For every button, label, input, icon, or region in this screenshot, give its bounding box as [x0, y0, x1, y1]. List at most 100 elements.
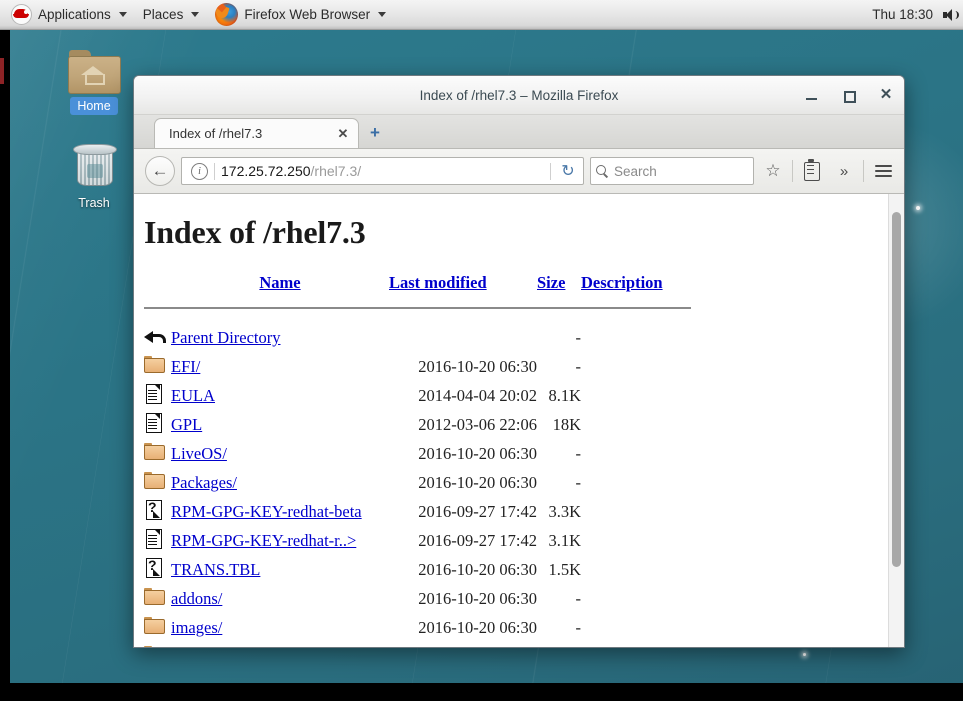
library-icon[interactable] [799, 157, 825, 185]
row-modified-cell: 2016-10-20 06:30 [418, 588, 537, 608]
file-link[interactable]: Packages/ [171, 473, 237, 492]
desktop[interactable]: Home Trash Index of /rhel7.3 – Mozilla F… [0, 0, 963, 701]
wallpaper-sparkle [916, 206, 920, 210]
panel-status-area[interactable]: Thu 18:30 [872, 7, 963, 22]
row-size-cell: 1.5K [548, 559, 581, 579]
table-row[interactable]: RPM-GPG-KEY-redhat-r..> 2016-09-27 17:42 3… [144, 526, 691, 555]
scrollbar-thumb[interactable] [892, 212, 901, 567]
file-link[interactable]: GPL [171, 415, 202, 434]
row-description-cell [581, 584, 691, 613]
page-content[interactable]: Index of /rhel7.3 Name Last modified Siz… [134, 194, 904, 648]
row-modified-cell: 2016-10-20 06:30 [418, 443, 537, 463]
screen-edge-marker [0, 58, 4, 84]
search-input[interactable]: Search [590, 157, 754, 185]
row-name-cell: RPM-GPG-KEY-redhat-r..> [171, 526, 389, 555]
table-rule-row [144, 296, 691, 324]
sort-by-description-link[interactable]: Description [581, 273, 663, 292]
chevron-down-icon [118, 12, 127, 17]
chevron-down-icon [191, 12, 200, 17]
speaker-icon[interactable] [943, 8, 959, 22]
bookmark-star-icon[interactable]: ☆ [760, 157, 786, 185]
table-row[interactable]: addons/2016-10-20 06:30 - [144, 584, 691, 613]
row-icon-cell [144, 381, 171, 410]
window-controls: ✕ [804, 76, 894, 114]
close-button[interactable]: ✕ [878, 87, 894, 103]
desktop-icon-trash[interactable]: Trash [56, 143, 132, 212]
tab-strip[interactable]: Index of /rhel7.3 ✕ + [134, 115, 904, 149]
hamburger-menu-icon[interactable] [870, 157, 896, 185]
row-size-cell: 3.1K [548, 530, 581, 550]
back-button[interactable]: ← [145, 156, 175, 186]
overflow-chevron-icon[interactable]: » [831, 157, 857, 185]
row-name-cell: addons/ [171, 584, 389, 613]
trash-can-icon [70, 143, 118, 190]
header-description: Description [581, 273, 691, 296]
table-row[interactable]: EULA 2014-04-04 20:02 8.1K [144, 381, 691, 410]
table-row[interactable]: Parent Directory - [144, 324, 691, 352]
file-link[interactable]: EULA [171, 386, 215, 405]
sort-by-name-link[interactable]: Name [259, 273, 300, 292]
firefox-window-menu[interactable]: Firefox Web Browser [207, 0, 394, 29]
sort-by-modified-link[interactable]: Last modified [389, 273, 487, 292]
file-link[interactable]: EFI/ [171, 357, 200, 376]
row-name-cell: images/ [171, 613, 389, 642]
window-titlebar[interactable]: Index of /rhel7.3 – Mozilla Firefox ✕ [134, 76, 904, 115]
file-link[interactable]: LiveOS/ [171, 444, 227, 463]
row-size-cell: 18K [552, 414, 581, 434]
chevron-down-icon [378, 12, 387, 17]
new-tab-button[interactable]: + [359, 118, 391, 148]
header-name: Name [171, 273, 389, 296]
reload-icon[interactable]: ↻ [557, 161, 579, 181]
table-row[interactable]: GPL 2012-03-06 22:06 18K [144, 410, 691, 439]
row-name-cell: RPM-GPG-KEY-redhat-beta [171, 497, 389, 526]
row-icon-cell [144, 526, 171, 555]
row-icon-cell [144, 439, 171, 468]
file-link[interactable]: Parent Directory [171, 328, 281, 347]
file-link[interactable]: images/ [171, 618, 222, 637]
row-modified-cell: 2014-04-04 20:02 [418, 385, 537, 405]
file-link[interactable]: RPM-GPG-KEY-redhat-beta [171, 502, 362, 521]
row-size-cell: - [575, 443, 582, 463]
row-icon-cell: ? [144, 497, 171, 526]
file-link[interactable]: TRANS.TBL [171, 560, 260, 579]
table-row[interactable]: LiveOS/2016-10-20 06:30 - [144, 439, 691, 468]
horizontal-rule [144, 307, 691, 309]
row-modified-cell: 2016-10-20 06:30 [418, 472, 537, 492]
clock[interactable]: Thu 18:30 [872, 7, 933, 22]
places-menu[interactable]: Places [135, 0, 208, 29]
sort-by-size-link[interactable]: Size [537, 273, 565, 292]
applications-menu[interactable]: Applications [0, 0, 135, 29]
file-link[interactable]: addons/ [171, 589, 222, 608]
row-name-cell: EFI/ [171, 352, 389, 381]
row-name-cell: Packages/ [171, 468, 389, 497]
table-row[interactable]: Packages/2016-10-20 06:30 - [144, 468, 691, 497]
row-description-cell [581, 555, 691, 584]
row-name-cell: LiveOS/ [171, 439, 389, 468]
row-name-cell: TRANS.TBL [171, 555, 389, 584]
file-link[interactable]: RPM-GPG-KEY-redhat-r..> [171, 531, 356, 550]
table-row[interactable]: isolinux/2016-10-20 06:30- [144, 642, 691, 648]
header-last-modified: Last modified [389, 273, 537, 296]
tab-close-icon[interactable]: ✕ [334, 126, 352, 142]
minimize-button[interactable] [804, 87, 820, 103]
row-size-cell: 3.3K [548, 501, 581, 521]
table-row[interactable]: images/2016-10-20 06:30 - [144, 613, 691, 642]
row-modified-cell: 2016-10-20 06:30 [389, 642, 537, 648]
address-bar[interactable]: i 172.25.72.250/rhel7.3/ ↻ [181, 157, 584, 185]
navigation-toolbar[interactable]: ← i 172.25.72.250/rhel7.3/ ↻ Search ☆ » [134, 149, 904, 194]
row-icon-cell [144, 324, 171, 352]
table-row[interactable]: ? TRANS.TBL 2016-10-20 06:30 1.5K [144, 555, 691, 584]
table-row[interactable]: EFI/2016-10-20 06:30 - [144, 352, 691, 381]
maximize-button[interactable] [841, 87, 857, 103]
firefox-window[interactable]: Index of /rhel7.3 – Mozilla Firefox ✕ In… [133, 75, 905, 648]
desktop-icon-home[interactable]: Home [56, 50, 132, 115]
table-row[interactable]: ? RPM-GPG-KEY-redhat-beta 2016-09-27 17:42… [144, 497, 691, 526]
row-description-cell [581, 381, 691, 410]
url-path: /rhel7.3/ [310, 163, 362, 179]
top-panel[interactable]: Applications Places Firefox Web Browser … [0, 0, 963, 30]
site-info-icon[interactable]: i [191, 162, 208, 180]
vertical-scrollbar[interactable] [888, 194, 904, 647]
file-link[interactable]: isolinux/ [171, 647, 229, 648]
tab-index-of-rhel73[interactable]: Index of /rhel7.3 ✕ [154, 118, 359, 148]
tab-label: Index of /rhel7.3 [169, 126, 263, 141]
